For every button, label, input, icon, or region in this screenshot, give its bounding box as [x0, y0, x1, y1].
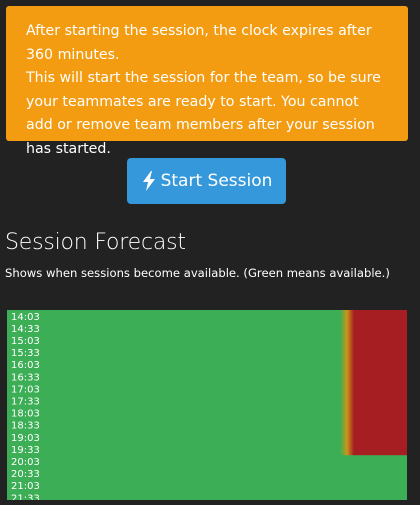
forecast-row: 15:03 [7, 334, 407, 347]
transition-segment [340, 322, 354, 335]
available-segment [7, 394, 340, 408]
time-label: 15:03 [11, 336, 40, 347]
unavailable-segment [354, 346, 407, 359]
time-label: 14:03 [11, 312, 40, 323]
forecast-row: 14:03 [7, 310, 407, 323]
unavailable-segment [354, 310, 407, 323]
time-label: 21:03 [11, 481, 40, 492]
available-segment [7, 491, 407, 500]
notice-clock-text: After starting the session, the clock ex… [26, 23, 372, 63]
forecast-row: 18:33 [7, 418, 407, 432]
forecast-row: 20:33 [7, 467, 407, 480]
session-notice: After starting the session, the clock ex… [6, 6, 408, 157]
available-segment [7, 406, 340, 420]
forecast-row: 18:03 [7, 406, 407, 420]
unavailable-segment [354, 406, 407, 420]
time-label: 15:33 [11, 348, 40, 359]
available-segment [7, 431, 340, 444]
transition-segment [340, 406, 354, 420]
available-segment [7, 358, 340, 372]
start-session-button[interactable]: Start Session [127, 158, 286, 204]
transition-segment [340, 310, 354, 323]
available-segment [7, 382, 340, 396]
available-segment [7, 418, 340, 432]
forecast-row: 19:33 [7, 443, 407, 456]
transition-segment [340, 382, 354, 396]
forecast-row: 21:03 [7, 479, 407, 492]
forecast-row: 16:03 [7, 358, 407, 371]
start-session-label: Start Session [160, 171, 273, 191]
time-label: 14:33 [11, 324, 40, 335]
transition-segment [340, 346, 354, 359]
time-label: 17:33 [11, 397, 40, 408]
unavailable-segment [354, 431, 407, 444]
available-segment [7, 322, 340, 335]
unavailable-segment [354, 334, 407, 347]
forecast-title: Session Forecast [5, 230, 186, 255]
time-label: 19:03 [11, 433, 40, 444]
forecast-description: Shows when sessions become available. (G… [5, 266, 390, 280]
transition-segment [340, 334, 354, 347]
unavailable-segment [354, 443, 407, 456]
transition-segment [340, 443, 354, 456]
unavailable-segment [354, 370, 407, 384]
forecast-row: 21:33 [7, 491, 407, 500]
time-label: 18:03 [11, 409, 40, 420]
forecast-row: 19:03 [7, 431, 407, 444]
forecast-row: 15:33 [7, 346, 407, 359]
notice-team-text: This will start the session for the team… [26, 70, 381, 157]
forecast-row: 17:33 [7, 394, 407, 408]
forecast-row: 16:33 [7, 370, 407, 384]
transition-segment [340, 370, 354, 384]
unavailable-segment [354, 358, 407, 372]
transition-segment [340, 418, 354, 432]
forecast-row: 14:33 [7, 322, 407, 335]
bolt-icon [141, 171, 157, 191]
time-label: 16:33 [11, 372, 40, 383]
time-label: 20:33 [11, 469, 40, 480]
unavailable-segment [354, 394, 407, 408]
forecast-row: 20:03 [7, 455, 407, 468]
time-label: 21:33 [11, 493, 40, 500]
forecast-row: 17:03 [7, 382, 407, 396]
transition-segment [340, 358, 354, 372]
available-segment [7, 346, 340, 359]
available-segment [7, 310, 340, 323]
available-segment [7, 467, 407, 480]
available-segment [7, 443, 340, 456]
available-segment [7, 334, 340, 347]
forecast-svg: 14:0314:3315:0315:3316:0316:3317:03 17:33… [7, 310, 407, 500]
available-segment [7, 370, 340, 384]
session-forecast-chart: 14:03 14:33 15:03 15:33 16:03 16:33 17:03 17:33… [7, 310, 407, 500]
time-label: 16:03 [11, 360, 40, 371]
available-segment [7, 479, 407, 493]
unavailable-segment [354, 382, 407, 396]
time-label: 17:03 [11, 384, 40, 395]
transition-segment [340, 394, 354, 408]
time-label: 18:33 [11, 421, 40, 432]
unavailable-segment [354, 418, 407, 432]
transition-segment [340, 431, 354, 444]
time-label: 19:33 [11, 445, 40, 456]
available-segment [7, 455, 407, 468]
unavailable-segment [354, 322, 407, 335]
time-label: 20:03 [11, 457, 40, 468]
